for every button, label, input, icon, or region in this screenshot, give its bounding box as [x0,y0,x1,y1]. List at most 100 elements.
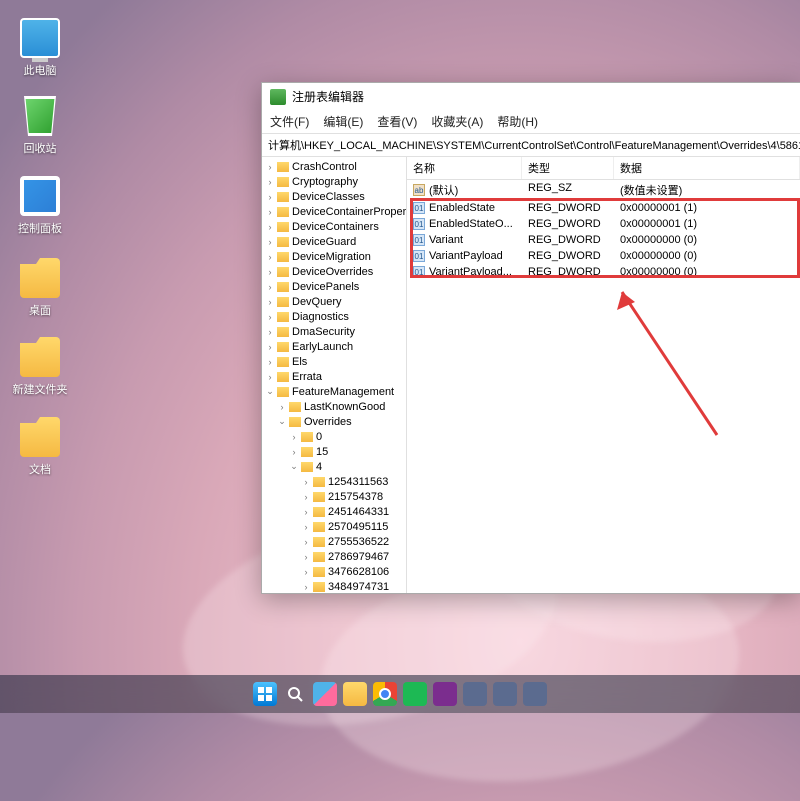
chevron-icon[interactable]: › [266,342,274,352]
tree-node[interactable]: ›DeviceClasses [266,189,406,204]
chevron-icon[interactable]: › [290,447,298,457]
chevron-icon[interactable]: › [302,507,310,517]
chevron-icon[interactable]: ⌄ [290,461,298,472]
column-name[interactable]: 名称 [407,157,522,179]
registry-tree[interactable]: ›CrashControl›Cryptography›DeviceClasses… [262,157,407,593]
tree-node[interactable]: ⌄Overrides [266,414,406,429]
tree-label: FeatureManagement [292,386,394,398]
menu-file[interactable]: 文件(F) [270,113,309,130]
chevron-icon[interactable]: › [302,477,310,487]
folder-icon [277,357,289,367]
tree-node[interactable]: ›Errata [266,369,406,384]
value-row[interactable]: 01VariantPayload...REG_DWORD0x00000000 (… [407,264,800,280]
chevron-icon[interactable]: › [266,162,274,172]
tree-node[interactable]: ⌄4 [266,459,406,474]
taskbar-app[interactable] [523,682,547,706]
tree-label: 15 [316,446,328,458]
chevron-icon[interactable]: › [302,537,310,547]
widgets-button[interactable] [313,682,337,706]
chevron-icon[interactable]: › [266,297,274,307]
chevron-icon[interactable]: › [266,222,274,232]
value-row[interactable]: 01EnabledStateREG_DWORD0x00000001 (1) [407,200,800,216]
tree-node[interactable]: ›DevicePanels [266,279,406,294]
tree-node[interactable]: ›DeviceContainerPropertyUpda [266,204,406,219]
tree-node[interactable]: ›EarlyLaunch [266,339,406,354]
chevron-icon[interactable]: › [266,207,274,217]
chevron-icon[interactable]: › [302,522,310,532]
start-button[interactable] [253,682,277,706]
chevron-icon[interactable]: › [266,357,274,367]
chrome-button[interactable] [373,682,397,706]
taskbar [0,675,800,713]
menu-view[interactable]: 查看(V) [377,113,417,130]
desktop-icon-folder-docs[interactable]: 文档 [10,417,70,477]
tree-node[interactable]: ›215754378 [266,489,406,504]
chevron-icon[interactable]: › [266,237,274,247]
value-row[interactable]: 01VariantPayloadREG_DWORD0x00000000 (0) [407,248,800,264]
tree-node[interactable]: ›3484974731 [266,579,406,593]
chevron-icon[interactable]: › [266,267,274,277]
chevron-icon[interactable]: › [266,312,274,322]
chevron-icon[interactable]: ⌄ [278,416,286,427]
chevron-icon[interactable]: › [266,177,274,187]
search-button[interactable] [283,682,307,706]
tree-node[interactable]: ›Els [266,354,406,369]
tree-node[interactable]: ›DevQuery [266,294,406,309]
chevron-icon[interactable]: › [266,282,274,292]
menu-favorites[interactable]: 收藏夹(A) [431,113,483,130]
taskbar-app[interactable] [493,682,517,706]
tree-node[interactable]: ›DeviceGuard [266,234,406,249]
desktop-icon-folder-new[interactable]: 新建文件夹 [10,337,70,397]
chevron-icon[interactable]: › [266,252,274,262]
chevron-icon[interactable]: › [266,327,274,337]
column-data[interactable]: 数据 [614,157,800,179]
tree-node[interactable]: ›DeviceOverrides [266,264,406,279]
reg-dword-icon: 01 [413,218,425,230]
chevron-icon[interactable]: › [302,552,310,562]
value-row[interactable]: ab(默认)REG_SZ(数值未设置) [407,180,800,200]
tree-node[interactable]: ›DmaSecurity [266,324,406,339]
tree-node[interactable]: › 15 [266,444,406,459]
chevron-icon[interactable]: › [290,432,298,442]
chevron-icon[interactable]: › [302,582,310,592]
tree-node[interactable]: ›Diagnostics [266,309,406,324]
onenote-button[interactable] [433,682,457,706]
desktop-icon-folder[interactable]: 桌面 [10,258,70,318]
tree-node[interactable]: ›Cryptography [266,174,406,189]
tree-node[interactable]: ›2570495115 [266,519,406,534]
explorer-button[interactable] [343,682,367,706]
desktop-icon-computer[interactable]: 此电脑 [10,18,70,78]
desktop-icon-recycle-bin[interactable]: 回收站 [10,96,70,156]
desktop-icon-control-panel[interactable]: 控制面板 [10,176,70,236]
tree-node[interactable]: ⌄ FeatureManagement [266,384,406,399]
tree-node[interactable]: ›0 [266,429,406,444]
chevron-icon[interactable]: › [278,402,286,412]
menu-help[interactable]: 帮助(H) [497,113,538,130]
chevron-icon[interactable]: › [302,492,310,502]
tree-node[interactable]: ›DeviceContainers [266,219,406,234]
tree-node[interactable]: ›1254311563 [266,474,406,489]
tree-node[interactable]: ›2451464331 [266,504,406,519]
tree-node[interactable]: ›2786979467 [266,549,406,564]
value-row[interactable]: 01VariantREG_DWORD0x00000000 (0) [407,232,800,248]
chevron-icon[interactable]: › [266,372,274,382]
menu-edit[interactable]: 编辑(E) [323,113,363,130]
chevron-icon[interactable]: › [266,192,274,202]
folder-icon [301,462,313,472]
taskbar-app[interactable] [463,682,487,706]
desktop-icon-label: 文档 [10,461,70,477]
chevron-icon[interactable]: › [302,567,310,577]
tree-node[interactable]: ›LastKnownGood [266,399,406,414]
list-header[interactable]: 名称 类型 数据 [407,157,800,180]
folder-icon [313,477,325,487]
column-type[interactable]: 类型 [522,157,614,179]
tree-node[interactable]: ›DeviceMigration [266,249,406,264]
chevron-icon[interactable]: ⌄ [266,386,274,397]
spotify-button[interactable] [403,682,427,706]
address-bar[interactable]: 计算机\HKEY_LOCAL_MACHINE\SYSTEM\CurrentCon… [262,133,800,157]
value-row[interactable]: 01EnabledStateO...REG_DWORD0x00000001 (1… [407,216,800,232]
tree-node[interactable]: ›CrashControl [266,159,406,174]
tree-node[interactable]: ›3476628106 [266,564,406,579]
titlebar[interactable]: 注册表编辑器 [262,83,800,110]
tree-node[interactable]: ›2755536522 [266,534,406,549]
